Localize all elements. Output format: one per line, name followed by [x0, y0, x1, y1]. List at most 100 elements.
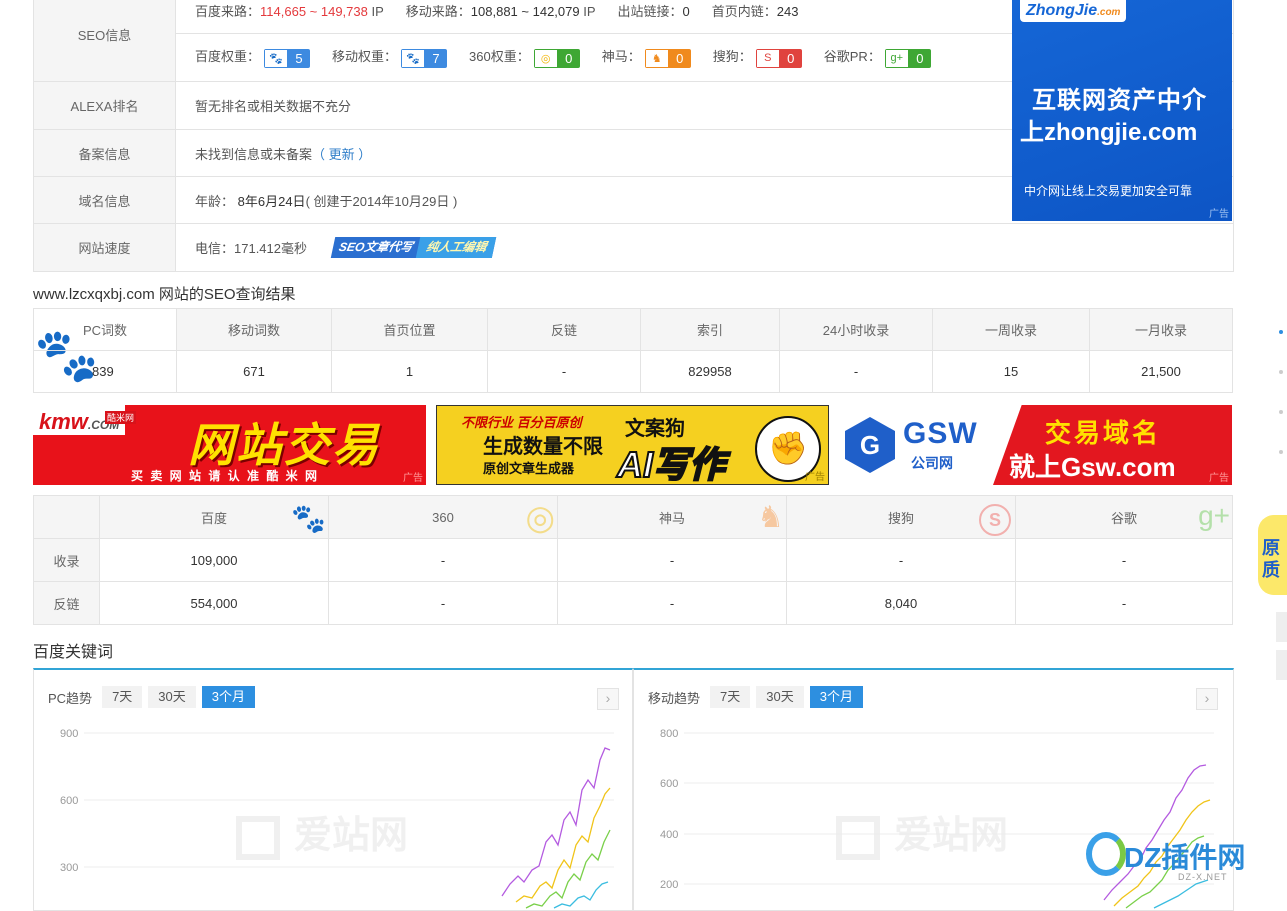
zhongjie-line2: 上zhongjie.com	[1020, 119, 1198, 146]
gsw-line2: 就上Gsw.com	[1009, 452, 1176, 482]
alexa-label: ALEXA排名	[34, 82, 176, 129]
baidu-traffic: 百度来路：114,665 ~ 149,738 IP	[195, 3, 384, 19]
zhongjie-line1: 互联网资产中介	[1032, 87, 1207, 114]
pc-series-purple	[501, 747, 611, 897]
engine-header-sogou: 搜狗 S	[786, 495, 1016, 539]
beian-update-link[interactable]: （ 更新 ）	[312, 144, 371, 163]
sogou-backlinks[interactable]: 8,040	[786, 581, 1016, 625]
mobile-ytick-200: 200	[660, 879, 678, 891]
gsw-brand: GSW	[903, 417, 978, 450]
backlinks-value: -	[487, 350, 641, 393]
engine-header-360: 360 ◎	[328, 495, 558, 539]
shenma-backlinks: -	[557, 581, 787, 625]
ad-tag: 广告	[805, 472, 825, 483]
pc-trend-chart: 900 600 300	[60, 728, 614, 909]
baidu-backlinks[interactable]: 554,000	[99, 581, 329, 625]
homepage-internal-links: 首页内链：243	[711, 3, 799, 19]
wenangou-line2: 生成数量不限	[483, 436, 603, 458]
paw-icon: 🐾	[264, 48, 289, 68]
google-plus-icon: g+	[1198, 500, 1230, 531]
kmw-banner-ad[interactable]: kmw.COM 酷米网 网站交易 买 卖 网 站 请 认 准 酷 米 网 广告	[33, 405, 426, 485]
mobile-traffic: 移动来路：108,881 ~ 142,079 IP	[405, 3, 596, 19]
seo-writing-ad[interactable]: SEO文章代写 纯人工编辑	[330, 237, 497, 258]
header-month-indexed: 一月收录	[1089, 308, 1233, 351]
ad-tag: 广告	[1209, 209, 1229, 220]
header-backlinks: 反链	[487, 308, 641, 351]
360-icon: ◎	[533, 48, 558, 68]
header-week-indexed: 一周收录	[932, 308, 1090, 351]
week-indexed-value: 15	[932, 350, 1090, 393]
wenangou-line3: 原创文章生成器	[483, 461, 575, 476]
zhongjie-side-ad[interactable]: ZhongJie.com 互联网资产中介 上zhongjie.com 中介网让线…	[1012, 0, 1232, 221]
gsw-cn-name: 公司网	[911, 455, 953, 471]
beian-value: 未找到信息或未备案	[195, 146, 313, 162]
pc-words-value[interactable]: 839	[33, 350, 177, 393]
seo-info-label: SEO信息	[34, 0, 176, 81]
sogou-indexed: -	[786, 538, 1016, 582]
dz-logo-text: DZ插件网	[1124, 842, 1246, 873]
header-mobile-words: 移动词数	[176, 308, 332, 351]
gsw-logo-icon: G	[845, 417, 895, 473]
header-24h-indexed: 24小时收录	[779, 308, 933, 351]
scroll-dots	[1279, 330, 1283, 500]
right-edge-widget[interactable]: 原质	[1258, 515, 1287, 595]
paw-icon: 🐾	[401, 48, 426, 68]
seo-result-table: PC词数 移动词数 首页位置 反链 索引 24小时收录 一周收录 一月收录 83…	[33, 308, 1233, 393]
kmw-headline: 网站交易	[188, 419, 380, 471]
shenma-weight[interactable]: 神马： ♞ 0	[602, 46, 691, 68]
pc-series-blue	[553, 881, 609, 909]
360-indexed: -	[328, 538, 558, 582]
beian-label: 备案信息	[34, 130, 176, 176]
row-label-indexed: 收录	[33, 538, 100, 582]
mobile-words-value[interactable]: 671	[176, 350, 332, 393]
mobile-weight[interactable]: 移动权重： 🐾 7	[332, 46, 448, 68]
pc-trend-panel: PC趋势 7天 30天 3个月 › 爱站网 900 600 300	[33, 668, 633, 911]
sogou-icon: S	[979, 504, 1011, 536]
zhongjie-logo: ZhongJie.com	[1020, 0, 1127, 22]
gsw-line1: 交易域名	[1045, 418, 1162, 448]
kmw-cn-name: 酷米网	[105, 411, 137, 424]
dz-check-icon	[1086, 832, 1126, 876]
homepage-position-value: 1	[331, 350, 488, 393]
side-tool-button[interactable]	[1276, 612, 1287, 642]
pc-ytick-300: 300	[60, 862, 78, 874]
engine-table: 百度 🐾 360 ◎ 神马 ♞ 搜狗 S 谷歌 g+ 收录 109,000 - - - -…	[33, 495, 1233, 625]
google-pr[interactable]: 谷歌PR： g+ 0	[824, 46, 931, 68]
shenma-icon: ♞	[757, 501, 784, 534]
pc-ytick-600: 600	[60, 795, 78, 807]
gsw-banner-ad[interactable]: G GSW 公司网 交易域名 就上Gsw.com 广告	[839, 405, 1232, 485]
sogou-icon: S	[755, 48, 780, 68]
wenangou-headline: AI写作	[616, 443, 726, 485]
pc-ytick-900: 900	[60, 728, 78, 740]
month-indexed-value: 21,500	[1089, 350, 1233, 393]
sogou-weight[interactable]: 搜狗： S 0	[713, 46, 802, 68]
engine-header-shenma: 神马 ♞	[557, 495, 787, 539]
header-pc-words: PC词数	[33, 308, 177, 351]
wenangou-banner-ad[interactable]: 不限行业 百分百原创 生成数量不限 原创文章生成器 文案狗 AI写作 ✊ 广告	[436, 405, 829, 485]
baidu-indexed[interactable]: 109,000	[99, 538, 329, 582]
speed-value: 电信：171.412毫秒	[195, 241, 307, 256]
kmw-footer: 买 卖 网 站 请 认 准 酷 米 网	[131, 469, 320, 483]
header-homepage-position: 首页位置	[331, 308, 488, 351]
ad-tag: 广告	[1209, 473, 1229, 484]
side-tool-button[interactable]	[1276, 650, 1287, 680]
mobile-ytick-800: 800	[660, 728, 678, 740]
pc-series-yellow	[515, 787, 611, 903]
shenma-icon: ♞	[644, 48, 669, 68]
dz-logo-sub: DZ-X.NET	[1178, 872, 1228, 882]
pc-series-green	[525, 829, 611, 909]
index-value: 829958	[640, 350, 780, 393]
mobile-ytick-400: 400	[660, 829, 678, 841]
360-icon: ◎	[525, 499, 555, 537]
ad-tag: 广告	[403, 473, 423, 484]
domain-label: 域名信息	[34, 177, 176, 223]
engine-header-blank	[33, 495, 100, 539]
wenangou-line1: 不限行业 百分百原创	[461, 415, 582, 430]
google-plus-icon: g+	[884, 48, 909, 68]
baidu-weight[interactable]: 百度权重： 🐾 5	[195, 46, 311, 68]
shenma-indexed: -	[557, 538, 787, 582]
row-label-backlinks: 反链	[33, 581, 100, 625]
360-weight[interactable]: 360权重： ◎ 0	[469, 46, 580, 68]
engine-header-baidu: 百度 🐾	[99, 495, 329, 539]
speed-label: 网站速度	[34, 224, 176, 271]
